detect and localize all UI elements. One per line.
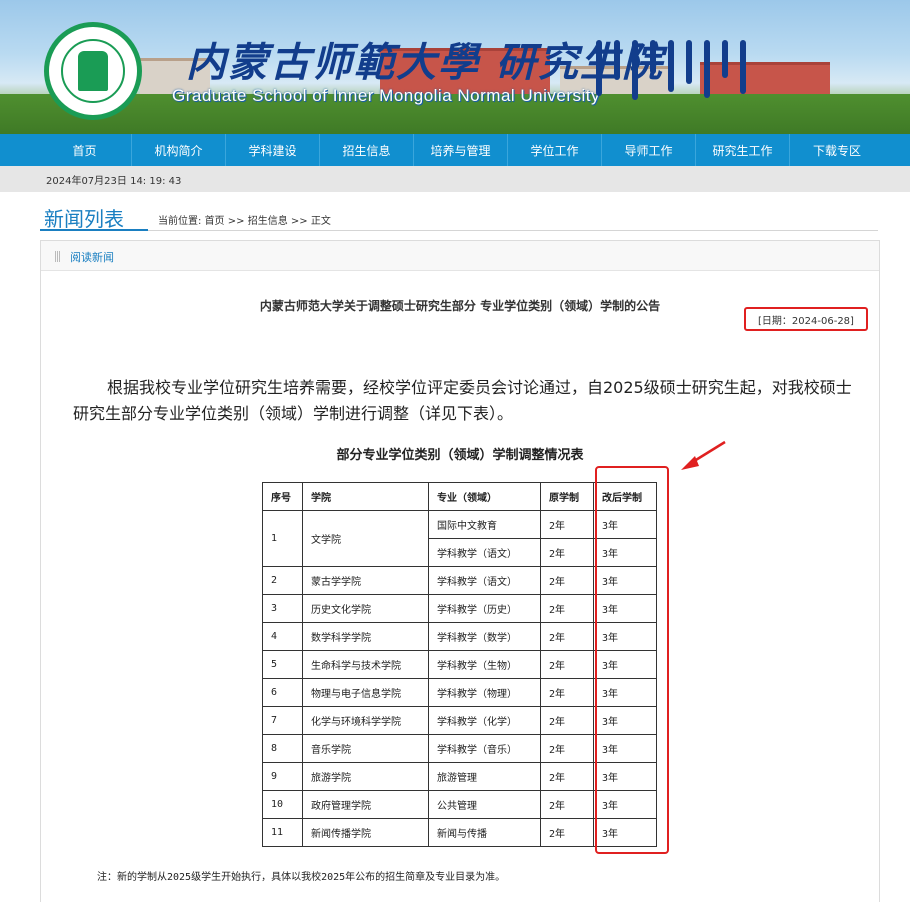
- cell-major: 学科教学（历史）: [428, 594, 541, 623]
- nav-item-downloads[interactable]: 下载专区: [790, 134, 884, 166]
- cell-orig: 2年: [540, 566, 594, 595]
- cell-no: 7: [262, 706, 303, 735]
- breadcrumb: 当前位置: 首页 >> 招生信息 >> 正文: [158, 212, 331, 227]
- cell-college: 政府管理学院: [302, 790, 429, 819]
- cell-orig: 2年: [540, 790, 594, 819]
- cell-no: 9: [262, 762, 303, 791]
- breadcrumb-separator: >>: [227, 216, 245, 227]
- nav-item-student-work[interactable]: 研究生工作: [696, 134, 790, 166]
- cell-major: 学科教学（化学）: [428, 706, 541, 735]
- col-header-college: 学院: [302, 482, 429, 511]
- divider: [40, 230, 878, 231]
- cell-no: 4: [262, 622, 303, 651]
- cell-orig: 2年: [540, 706, 594, 735]
- nav-item-degrees[interactable]: 学位工作: [508, 134, 602, 166]
- cell-orig: 2年: [540, 762, 594, 791]
- cell-major: 公共管理: [428, 790, 541, 819]
- cell-no: 5: [262, 650, 303, 679]
- cell-college: 生命科学与技术学院: [302, 650, 429, 679]
- logo-inner-ring: [61, 39, 125, 103]
- panel-header: 阅读新闻: [41, 241, 879, 271]
- panel-label: 阅读新闻: [70, 251, 114, 264]
- breadcrumb-current: 正文: [310, 216, 331, 227]
- article-date: [日期：2024-06-28]: [744, 307, 868, 331]
- cell-no: 8: [262, 734, 303, 763]
- school-name-cn: 内蒙古师範大學 研究生院: [186, 39, 664, 86]
- cell-college: 历史文化学院: [302, 594, 429, 623]
- nav-item-home[interactable]: 首页: [38, 134, 132, 166]
- cell-college: 蒙古学学院: [302, 566, 429, 595]
- breadcrumb-admissions-link[interactable]: 招生信息: [248, 216, 288, 227]
- cell-college: 数学科学学院: [302, 622, 429, 651]
- cell-orig: 2年: [540, 594, 594, 623]
- breadcrumb-prefix: 当前位置:: [158, 216, 202, 227]
- cell-orig: 2年: [540, 510, 594, 539]
- col-header-major: 专业（领域）: [428, 482, 541, 511]
- cell-no: 6: [262, 678, 303, 707]
- table-note: 注：新的学制从2025级学生开始执行，具体以我校2025年公布的招生简章及专业目…: [97, 872, 506, 883]
- cell-orig: 2年: [540, 678, 594, 707]
- red-arrow-icon: [681, 440, 726, 470]
- page-title: 新闻列表: [44, 207, 124, 231]
- cell-major: 国际中文教育: [428, 510, 541, 539]
- nav-item-admissions[interactable]: 招生信息: [320, 134, 414, 166]
- cell-no: 10: [262, 790, 303, 819]
- nav-item-disciplines[interactable]: 学科建设: [226, 134, 320, 166]
- logo-emblem-icon: [78, 51, 108, 91]
- title-underline: [40, 229, 148, 231]
- cell-college: 旅游学院: [302, 762, 429, 791]
- cell-major: 学科教学（音乐）: [428, 734, 541, 763]
- header-banner: 内蒙古师範大學 研究生院 Graduate School of Inner Mo…: [0, 0, 910, 134]
- cell-college: 新闻传播学院: [302, 818, 429, 847]
- nav-item-supervisors[interactable]: 导师工作: [602, 134, 696, 166]
- mongolian-script-logo: [596, 40, 806, 110]
- cell-orig: 2年: [540, 818, 594, 847]
- table-caption: 部分专业学位类别（领域）学制调整情况表: [336, 448, 584, 463]
- cell-major: 旅游管理: [428, 762, 541, 791]
- breadcrumb-home-link[interactable]: 首页: [205, 216, 225, 227]
- content-panel: 阅读新闻 内蒙古师范大学关于调整硕士研究生部分 专业学位类别（领域）学制的公告 …: [40, 240, 880, 902]
- col-header-no: 序号: [262, 482, 303, 511]
- article-intro: 根据我校专业学位研究生培养需要，经校学位评定委员会讨论通过，自2025级硕士研究…: [73, 378, 852, 423]
- school-name-en: Graduate School of Inner Mongolia Normal…: [172, 86, 601, 105]
- breadcrumb-separator: >>: [290, 216, 308, 227]
- cell-major: 学科教学（数学）: [428, 622, 541, 651]
- cell-no: 2: [262, 566, 303, 595]
- cell-college: 物理与电子信息学院: [302, 678, 429, 707]
- nav-item-training[interactable]: 培养与管理: [414, 134, 508, 166]
- cell-no: 11: [262, 818, 303, 847]
- cell-major: 学科教学（语文）: [428, 538, 541, 567]
- column-highlight-box: [595, 466, 669, 854]
- cell-orig: 2年: [540, 538, 594, 567]
- cell-major: 学科教学（生物）: [428, 650, 541, 679]
- cell-major: 学科教学（语文）: [428, 566, 541, 595]
- cell-major: 学科教学（物理）: [428, 678, 541, 707]
- cell-orig: 2年: [540, 622, 594, 651]
- main-nav: 首页 机构简介 学科建设 招生信息 培养与管理 学位工作 导师工作 研究生工作 …: [0, 134, 910, 166]
- university-logo[interactable]: [44, 22, 142, 120]
- grip-icon: [55, 251, 61, 262]
- cell-college: 化学与环境科学学院: [302, 706, 429, 735]
- cell-orig: 2年: [540, 650, 594, 679]
- cell-no: 1: [262, 510, 303, 567]
- cell-no: 3: [262, 594, 303, 623]
- current-datetime: 2024年07月23日 14: 19: 43: [46, 176, 182, 187]
- cell-college: 文学院: [302, 510, 429, 567]
- cell-orig: 2年: [540, 734, 594, 763]
- cell-college: 音乐学院: [302, 734, 429, 763]
- date-bar: 2024年07月23日 14: 19: 43: [0, 166, 910, 192]
- col-header-orig: 原学制: [540, 482, 594, 511]
- cell-major: 新闻与传播: [428, 818, 541, 847]
- nav-item-about[interactable]: 机构简介: [132, 134, 226, 166]
